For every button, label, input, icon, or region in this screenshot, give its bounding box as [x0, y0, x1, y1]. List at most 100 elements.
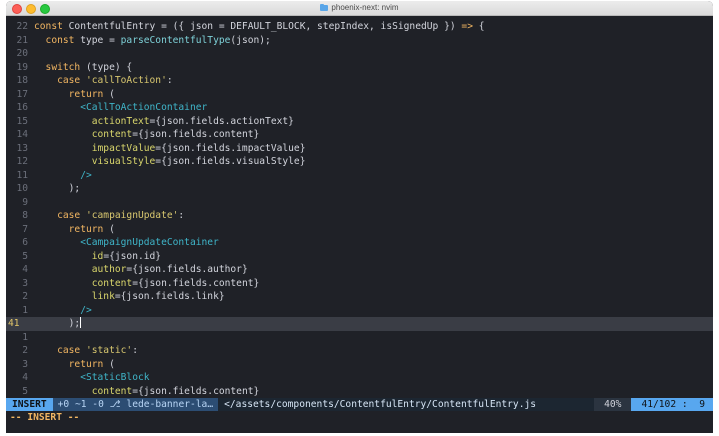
code-line[interactable]: 15 actionText={json.fields.actionText}: [6, 115, 713, 129]
code-line[interactable]: 3 content={json.fields.content}: [6, 277, 713, 291]
code-line[interactable]: 18 case 'callToAction':: [6, 74, 713, 88]
line-text: const type = parseContentfulType(json);: [34, 35, 271, 46]
code-line[interactable]: 10 );: [6, 182, 713, 196]
code-line[interactable]: 22 const ContentfulEntry = ({ json = DEFA…: [6, 20, 713, 34]
editor-buffer[interactable]: 22 const ContentfulEntry = ({ json = DEFA…: [6, 16, 713, 398]
command-line[interactable]: -- INSERT --: [6, 411, 713, 424]
line-number: 5: [22, 250, 28, 262]
code-token: />: [34, 304, 92, 316]
code-token: switch: [34, 61, 86, 73]
line-number: 18: [16, 75, 28, 86]
file-path: </assets/components/ContentfulEntry/Cont…: [218, 398, 595, 411]
code-line[interactable]: 8 case 'campaignUpdate':: [6, 209, 713, 223]
code-line[interactable]: 5 id={json.id}: [6, 250, 713, 264]
line-number: 1: [22, 331, 28, 343]
code-line[interactable]: 21 const type = parseContentfulType(json…: [6, 34, 713, 48]
code-token: const: [34, 34, 81, 46]
code-line[interactable]: 9: [6, 196, 713, 210]
scroll-percent: 40%: [594, 398, 632, 411]
code-token: {: [472, 21, 485, 32]
code-token: const: [34, 21, 69, 32]
title-bar: phoenix-next: nvim: [6, 1, 713, 16]
code-line[interactable]: 4 author={json.fields.author}: [6, 263, 713, 277]
line-text: content={json.fields.content}: [34, 129, 260, 140]
code-token: ={json.fields.content}: [132, 129, 260, 140]
code-line[interactable]: 3 return (: [6, 358, 713, 372]
code-line[interactable]: 6 <CampaignUpdateContainer: [6, 236, 713, 250]
code-token: link: [34, 291, 115, 302]
line-number: 10: [16, 183, 28, 194]
code-token: ={json.fields.link}: [114, 291, 225, 302]
code-line[interactable]: 4 <StaticBlock: [6, 371, 713, 385]
code-token: ContentfulEntry = ({ json = DEFAULT_BLOC…: [68, 21, 462, 32]
line-number: 14: [16, 129, 28, 140]
text-cursor: [80, 317, 82, 328]
code-token: (: [109, 223, 115, 235]
code-token: :: [166, 75, 173, 86]
line-number: 22: [16, 21, 28, 32]
mode-badge: INSERT: [6, 398, 53, 411]
code-line[interactable]: 19 switch (type) {: [6, 61, 713, 75]
line-text: );: [34, 183, 81, 194]
current-code-line[interactable]: 41 );: [6, 317, 713, 331]
code-line[interactable]: 13 impactValue={json.fields.impactValue}: [6, 142, 713, 156]
code-token: visualStyle: [34, 156, 156, 167]
code-token: case: [34, 75, 86, 86]
code-token: id: [34, 250, 104, 262]
line-text: const ContentfulEntry = ({ json = DEFAUL…: [34, 21, 485, 32]
code-line[interactable]: 7 return (: [6, 223, 713, 237]
line-number: 15: [16, 115, 28, 127]
code-line[interactable]: 2 case 'static':: [6, 344, 713, 358]
code-line[interactable]: 12 visualStyle={json.fields.visualStyle}: [6, 155, 713, 169]
code-token: case: [34, 210, 86, 221]
line-number: 13: [16, 142, 28, 154]
code-token: content: [34, 129, 133, 140]
code-token: actionText: [34, 115, 150, 127]
code-token: type =: [80, 34, 121, 46]
code-line[interactable]: 20: [6, 47, 713, 61]
code-token: (json);: [230, 34, 271, 46]
code-token: ={json.fields.actionText}: [149, 115, 294, 127]
code-token: parseContentfulType: [120, 34, 231, 46]
code-line[interactable]: 1 />: [6, 304, 713, 318]
code-line[interactable]: 2 link={json.fields.link}: [6, 290, 713, 304]
code-line[interactable]: 16 <CallToActionContainer: [6, 101, 713, 115]
line-text: case 'static':: [34, 345, 138, 356]
code-token: return: [34, 358, 110, 370]
line-number: 8: [22, 210, 28, 221]
code-line[interactable]: 11 />: [6, 169, 713, 183]
code-token: 'campaignUpdate': [85, 210, 179, 221]
line-number: 19: [16, 61, 28, 73]
line-number: 16: [16, 102, 28, 113]
line-number: 3: [22, 358, 28, 370]
code-line[interactable]: 1: [6, 331, 713, 345]
code-token: ={json.fields.visualStyle}: [155, 156, 306, 167]
git-branch-info: +0 ~1 -0 ⎇ lede-banner-la…: [52, 398, 219, 411]
terminal-window: phoenix-next: nvim 22 const ContentfulEnt…: [6, 1, 713, 433]
line-text: content={json.fields.content}: [34, 385, 260, 397]
code-line[interactable]: 17 return (: [6, 88, 713, 102]
line-number: 4: [22, 372, 28, 383]
code-token: return: [34, 223, 110, 235]
line-text: );: [34, 317, 82, 329]
code-line[interactable]: 14 content={json.fields.content}: [6, 128, 713, 142]
line-text: impactValue={json.fields.impactValue}: [34, 143, 306, 154]
line-number: 11: [16, 169, 28, 181]
window-title: phoenix-next: nvim: [6, 3, 713, 13]
line-number: 17: [16, 88, 28, 100]
line-text: />: [34, 305, 92, 316]
line-text: case 'callToAction':: [34, 75, 173, 86]
line-number: 1: [22, 304, 28, 316]
code-token: content: [34, 385, 133, 397]
line-text: author={json.fields.author}: [34, 264, 248, 275]
code-token: =>: [461, 21, 473, 32]
line-text: <CallToActionContainer: [34, 102, 207, 113]
line-number: 41: [8, 318, 20, 329]
code-token: author: [34, 264, 127, 275]
code-token: <CallToActionContainer: [34, 102, 208, 113]
line-text: actionText={json.fields.actionText}: [34, 116, 294, 127]
status-line: INSERT +0 ~1 -0 ⎇ lede-banner-la… </asse…: [6, 398, 713, 411]
folder-icon: [320, 3, 329, 11]
code-line[interactable]: 5 content={json.fields.content}: [6, 385, 713, 399]
line-text: content={json.fields.content}: [34, 278, 260, 289]
